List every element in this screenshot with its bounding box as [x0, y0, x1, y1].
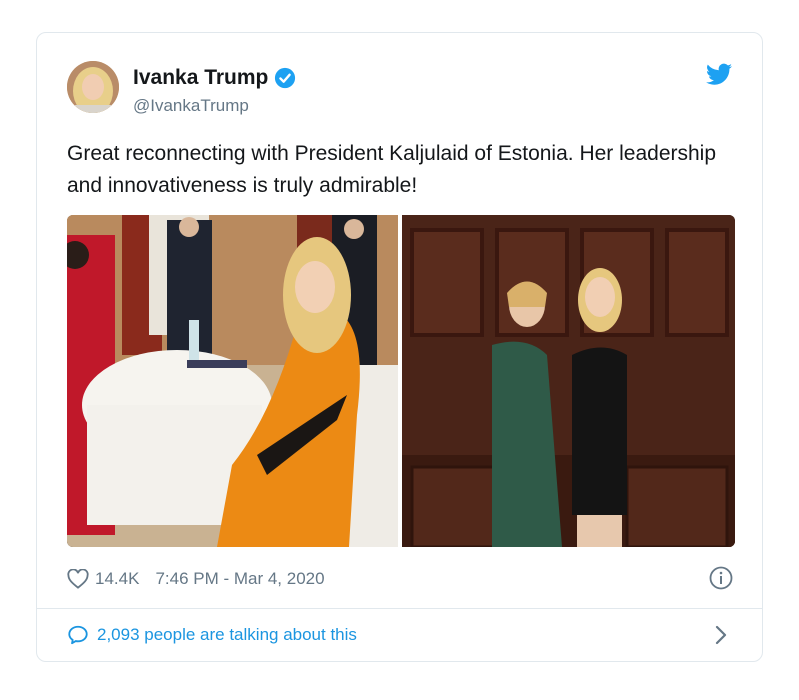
tweet-timestamp[interactable]: 7:46 PM - Mar 4, 2020: [155, 569, 324, 589]
info-icon[interactable]: [709, 566, 733, 590]
tweet-photos: [67, 215, 735, 547]
conversation-link[interactable]: 2,093 people are talking about this: [67, 621, 357, 649]
speech-bubble-icon: [68, 625, 88, 645]
avatar[interactable]: [67, 61, 119, 113]
like-count[interactable]: 14.4K: [95, 569, 139, 589]
card-divider: [37, 608, 762, 609]
twitter-bird-icon[interactable]: [705, 63, 733, 87]
tweet-card[interactable]: Ivanka Trump @IvankaTrump Great reconnec…: [36, 32, 763, 662]
chevron-right-icon[interactable]: [713, 625, 729, 645]
tweet-meta-row: 14.4K 7:46 PM - Mar 4, 2020: [67, 565, 325, 593]
photo-left[interactable]: [67, 215, 398, 547]
photo-right[interactable]: [402, 215, 735, 547]
avatar-image: [67, 61, 119, 113]
verified-badge-icon: [275, 67, 296, 89]
author-name-row[interactable]: Ivanka Trump: [133, 66, 296, 90]
conversation-count[interactable]: 2,093 people are talking about this: [97, 625, 357, 645]
tweet-media[interactable]: [67, 215, 735, 547]
heart-icon[interactable]: [67, 569, 89, 589]
author-handle[interactable]: @IvankaTrump: [133, 96, 249, 116]
author-display-name[interactable]: Ivanka Trump: [133, 66, 268, 90]
tweet-text: Great reconnecting with President Kaljul…: [67, 142, 717, 197]
